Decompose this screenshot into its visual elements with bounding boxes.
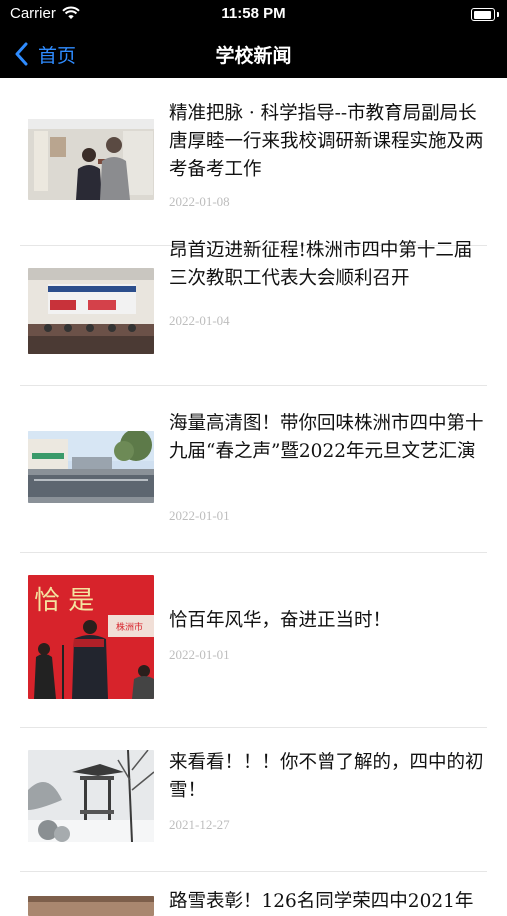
news-thumbnail [28,119,154,200]
news-thumbnail [28,268,154,354]
news-title: 路雪表彰！126名同学荣四中2021年 [169,891,474,908]
news-date: 2021-12-27 [169,817,230,832]
navigation-bar: 首页 学校新闻 [0,30,507,78]
news-thumbnail [28,896,154,916]
news-thumbnail [28,750,154,842]
news-date: 2022-01-01 [169,647,230,662]
news-title: 昂首迈进新征程!株洲市四中第十二届三次教职工代表大会顺利召开 [169,240,473,289]
news-title: 来看看！！！你不曾了解的，四中的初雪！ [169,752,484,801]
battery-icon [471,8,499,21]
news-title: 恰百年风华，奋进正当时！ [169,610,392,631]
news-item[interactable]: 株洲市 恰 是 恰百年风华，奋进正当时！ 2022-01-01 [0,553,507,728]
news-item[interactable]: 昂首迈进新征程!株洲市四中第十二届三次教职工代表大会顺利召开 2022-01-0… [0,240,507,386]
news-title: 海量高清图！带你回味株洲市四中第十九届“春之声”暨2022年元旦文艺汇演 [169,413,484,462]
news-date: 2022-01-04 [169,313,230,328]
news-thumbnail [28,431,154,503]
news-date: 2022-01-08 [169,194,230,209]
news-item[interactable]: 路雪表彰！126名同学荣四中2021年 [0,872,507,916]
news-list[interactable]: 精准把脉 · 科学指导--市教育局副局长唐厚睦一行来我校调研新课程实施及两考备考… [0,78,507,916]
news-title: 精准把脉 · 科学指导--市教育局副局长唐厚睦一行来我校调研新课程实施及两考备考… [169,103,484,180]
news-item[interactable]: 精准把脉 · 科学指导--市教育局副局长唐厚睦一行来我校调研新课程实施及两考备考… [0,78,507,246]
page-title: 学校新闻 [215,45,292,67]
thumbnail-banner-text: 株洲市 [116,621,143,633]
status-bar: Carrier 11:58 PM [0,0,507,30]
news-item[interactable]: 来看看！！！你不曾了解的，四中的初雪！ 2021-12-27 [0,728,507,872]
status-time: 11:58 PM [221,5,286,22]
thumbnail-calligraphy: 恰 是 [34,586,94,616]
news-thumbnail: 株洲市 恰 是 [28,575,154,699]
news-date: 2022-01-01 [169,508,230,523]
news-item[interactable]: 海量高清图！带你回味株洲市四中第十九届“春之声”暨2022年元旦文艺汇演 202… [0,386,507,553]
